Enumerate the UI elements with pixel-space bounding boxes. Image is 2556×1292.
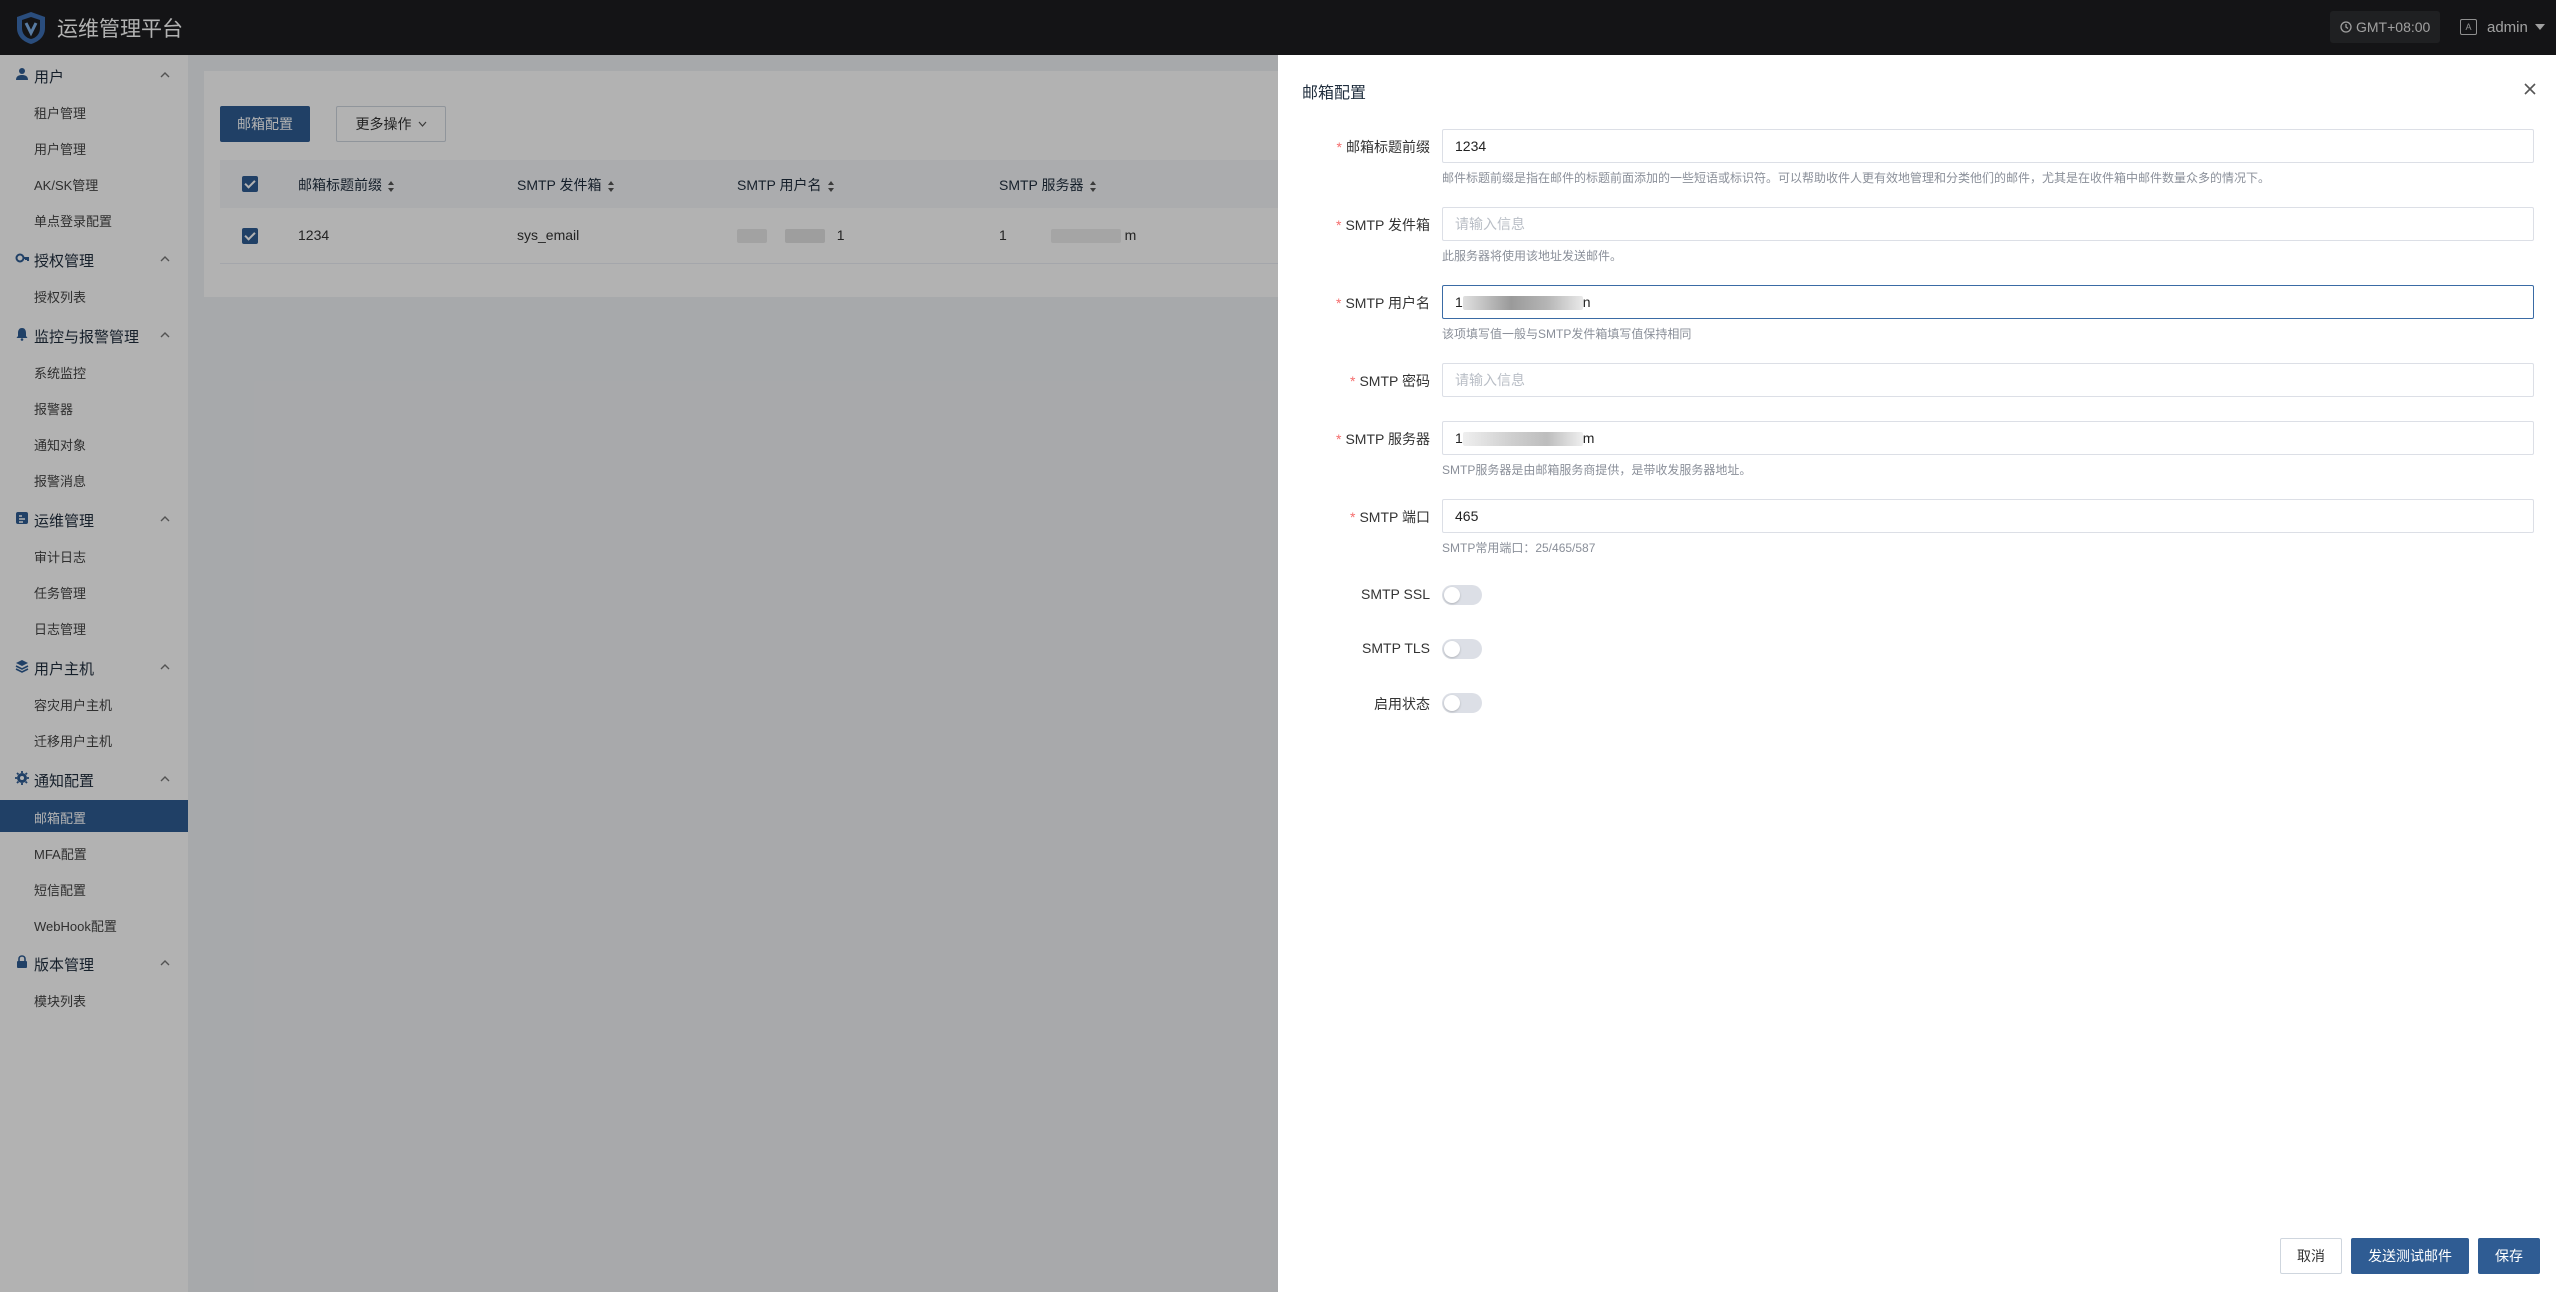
required-mark: * [1350, 373, 1356, 389]
required-mark: * [1336, 139, 1342, 155]
required-mark: * [1336, 295, 1342, 311]
field-label-prefix: * 邮箱标题前缀 [1336, 139, 1430, 155]
field-label-password: * SMTP 密码 [1350, 373, 1430, 389]
smtp-port-input[interactable]: 465 [1442, 499, 2534, 533]
required-mark: * [1336, 431, 1342, 447]
field-hint: 该项填写值一般与SMTP发件箱填写值保持相同 [1442, 327, 1692, 341]
email-prefix-input[interactable]: 1234 [1442, 129, 2534, 163]
required-mark: * [1350, 509, 1356, 525]
switch-label-tls: SMTP TLS [1362, 640, 1430, 656]
drawer-title: 邮箱配置 [1302, 85, 1367, 102]
save-button[interactable]: 保存 [2478, 1238, 2540, 1274]
cancel-button[interactable]: 取消 [2280, 1238, 2342, 1274]
redacted-block [1462, 296, 1583, 311]
send-test-email-button[interactable]: 发送测试邮件 [2351, 1238, 2469, 1274]
redacted-block [1462, 432, 1583, 447]
field-hint: SMTP常用端口：25/465/587 [1442, 541, 1596, 555]
field-label-sender: * SMTP 发件箱 [1336, 217, 1430, 233]
smtp-sender-input[interactable]: 请输入信息 [1442, 207, 2534, 241]
smtp-username-input[interactable]: 1n [1442, 285, 2534, 319]
smtp-tls-switch[interactable] [1442, 639, 1482, 659]
smtp-server-input[interactable]: 1m [1442, 421, 2534, 455]
field-label-server: * SMTP 服务器 [1336, 431, 1430, 447]
field-hint: 邮件标题前缀是指在邮件的标题前面添加的一些短语或标识符。可以帮助收件人更有效地管… [1442, 171, 2271, 185]
required-mark: * [1336, 217, 1342, 233]
field-label-port: * SMTP 端口 [1350, 509, 1430, 525]
switch-label-enabled: 启用状态 [1374, 696, 1430, 712]
field-hint: SMTP服务器是由邮箱服务商提供，是带收发服务器地址。 [1442, 463, 1752, 477]
smtp-password-input[interactable]: 请输入信息 [1442, 363, 2534, 397]
enable-status-switch[interactable] [1442, 693, 1482, 713]
smtp-ssl-switch[interactable] [1442, 585, 1482, 605]
field-label-username: * SMTP 用户名 [1336, 295, 1430, 311]
email-config-drawer: 邮箱配置 * 邮箱标题前缀 1234 邮件标题前缀是指在邮件的标题前面添加的一些短… [1278, 55, 2556, 1292]
switch-label-ssl: SMTP SSL [1361, 586, 1430, 602]
field-hint: 此服务器将使用该地址发送邮件。 [1442, 249, 1623, 263]
close-icon[interactable] [2522, 81, 2538, 97]
